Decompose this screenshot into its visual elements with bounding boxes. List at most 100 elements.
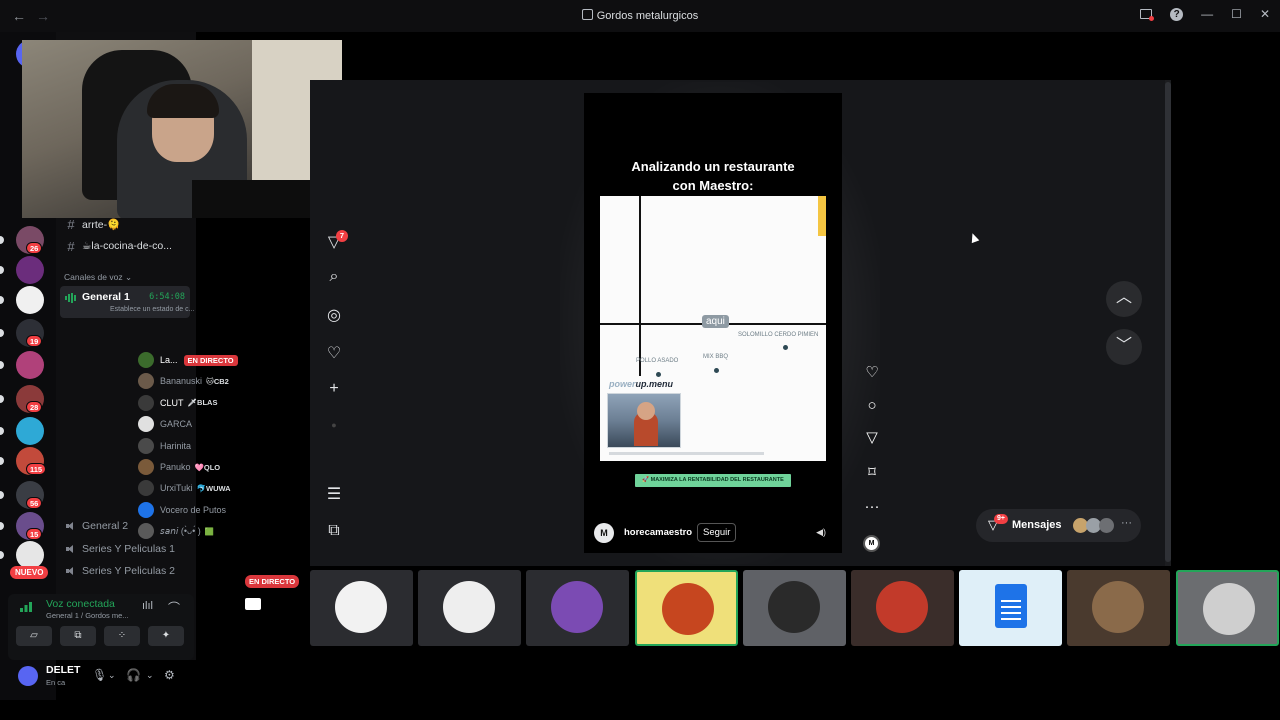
noise-suppression-icon[interactable]: ılıl — [142, 600, 153, 612]
messages-button[interactable]: ▽ 9+ Mensajes ··· — [976, 509, 1141, 542]
server-badge: 26 — [26, 242, 43, 254]
voice-user[interactable]: Harinita — [138, 436, 250, 456]
contact-avatar — [1099, 518, 1114, 533]
signal-icon[interactable] — [20, 602, 32, 612]
share-screen-button[interactable]: ⧉ — [60, 626, 96, 646]
tiktok-video[interactable]: Analizando un restaurante con Maestro: a… — [584, 93, 842, 553]
server-icon — [581, 9, 593, 20]
voice-user[interactable]: Bananuski 🐱CB2 — [138, 371, 250, 391]
server-icon[interactable] — [16, 541, 44, 569]
soundboard-button[interactable]: ✦ — [148, 626, 184, 646]
scrollbar-thumb[interactable] — [1165, 82, 1171, 562]
search-icon[interactable]: ⌕ — [322, 268, 346, 292]
disconnect-icon[interactable]: ⌒ — [168, 599, 180, 616]
follow-button[interactable]: Seguir — [697, 523, 737, 542]
stream-tile[interactable]: EN DIRECTO — [202, 570, 305, 646]
server-icon[interactable] — [16, 351, 44, 379]
channel-name: arrte-🫠 — [82, 218, 121, 231]
live-badge: EN DIRECTO — [183, 354, 238, 366]
menu-icon[interactable]: ☰ — [322, 484, 346, 508]
volume-icon[interactable]: ◀) — [816, 527, 826, 538]
voice-user-tag: 🗡BLAS — [187, 398, 218, 408]
speaker-icon — [64, 564, 78, 579]
voice-connected-location[interactable]: General 1 / Gordos me... — [46, 611, 129, 620]
music-avatar[interactable]: M — [863, 535, 880, 552]
voice-channel-active[interactable]: General 1 6:54:08 Establece un estado de… — [60, 286, 194, 318]
next-video-button[interactable]: ﹀ — [1106, 329, 1142, 365]
user-avatar[interactable] — [18, 666, 38, 686]
server-badge: 15 — [26, 528, 43, 540]
chevron-down-icon[interactable]: ⌄ — [146, 670, 154, 681]
yellow-marker — [818, 196, 826, 236]
close-icon[interactable]: ✕ — [1260, 7, 1270, 21]
plus-icon[interactable]: + — [322, 380, 346, 404]
server-icon[interactable] — [16, 256, 44, 284]
voice-category-header[interactable]: Canales de voz ⌄ — [64, 272, 132, 283]
account-username[interactable]: horecamaestro — [624, 527, 692, 538]
voice-user[interactable]: CLUT 🗡BLAS — [138, 393, 250, 413]
participant-tile[interactable] — [1175, 570, 1279, 646]
server-icon[interactable] — [16, 417, 44, 445]
account-row: M horecamaestro Seguir ◀) — [594, 523, 834, 545]
participant-tile[interactable] — [418, 570, 522, 646]
chevron-down-icon[interactable]: ⌄ — [108, 670, 116, 681]
participant-tile[interactable] — [634, 570, 738, 646]
voice-user[interactable]: UrxiTuki 🐬WUWA — [138, 478, 250, 498]
comment-icon[interactable]: ○ — [862, 396, 882, 416]
voice-channel[interactable]: Series Y Peliculas 1 — [64, 539, 192, 559]
account-logo[interactable]: M — [594, 523, 614, 543]
presenter-video — [607, 393, 681, 448]
voice-channel-timer: 6:54:08 — [149, 292, 185, 302]
server-icon[interactable] — [16, 286, 44, 314]
participant-tile[interactable] — [742, 570, 846, 646]
voice-user-name: UrxiTuki — [160, 483, 193, 494]
apps-icon[interactable]: ⧉ — [322, 522, 346, 546]
heart-icon[interactable]: ♡ — [322, 343, 346, 367]
like-heart-icon[interactable]: ♡ — [862, 363, 882, 383]
participant-tile[interactable] — [310, 570, 413, 646]
video-title: Analizando un restaurante con Maestro: — [584, 157, 842, 195]
participant-tile[interactable] — [851, 570, 954, 646]
hash-icon: # — [67, 216, 75, 232]
voice-user-avatar — [138, 480, 154, 497]
voice-user-tag: 🟩 — [204, 526, 215, 536]
hash-icon: # — [67, 238, 75, 254]
camera-off-button[interactable]: ▱ — [16, 626, 52, 646]
settings-gear-icon[interactable]: ⚙ — [164, 668, 175, 682]
voice-channel[interactable]: Series Y Peliculas 2 — [64, 561, 192, 581]
streamer-headset — [147, 84, 219, 118]
profile-dot-icon[interactable]: ● — [322, 420, 346, 444]
user-name[interactable]: DELET — [46, 664, 80, 676]
voice-user[interactable]: La... EN DIRECTO — [138, 350, 250, 370]
minimize-icon[interactable]: — — [1201, 7, 1213, 21]
headphones-icon[interactable]: 🎧 — [126, 668, 141, 682]
activities-button[interactable]: ⁘ — [104, 626, 140, 646]
voice-channel-status[interactable]: Establece un estado de c... — [110, 306, 194, 313]
data-point — [714, 368, 719, 373]
channel-name: Series Y Peliculas 1 — [82, 543, 175, 555]
help-icon[interactable]: ? — [1170, 7, 1184, 21]
compass-icon[interactable]: ◎ — [322, 305, 346, 329]
microphone-icon[interactable]: 🎙 — [92, 668, 107, 682]
voice-channel[interactable]: General 2 — [64, 516, 192, 536]
participant-tile[interactable] — [1067, 570, 1171, 646]
stage-scrollbar[interactable] — [1165, 80, 1171, 566]
label-mix: MIX BBQ — [703, 354, 729, 360]
text-channel[interactable]: # ☕la-cocina-de-co... — [64, 236, 192, 256]
share-icon[interactable]: ▽ — [862, 428, 882, 448]
powerup-menu-logo: powerup.menu — [609, 379, 673, 389]
data-point — [783, 345, 788, 350]
more-options-icon[interactable]: ··· — [862, 497, 882, 517]
participant-tile[interactable] — [959, 570, 1063, 646]
maximize-icon[interactable]: ☐ — [1231, 7, 1242, 21]
label-solomillo: SOLOMILLO CERDO PIMIEN — [738, 332, 819, 338]
bookmark-icon[interactable]: ⌑ — [862, 463, 882, 483]
voice-channel-name: General 1 — [82, 291, 130, 303]
participant-avatar — [335, 581, 387, 633]
voice-user-name: La... — [160, 355, 178, 365]
participant-tile[interactable] — [526, 570, 630, 646]
inbox-icon[interactable] — [1140, 9, 1155, 21]
voice-user[interactable]: GARCA — [138, 414, 250, 434]
previous-video-button[interactable]: ︿ — [1106, 281, 1142, 317]
voice-user[interactable]: Panuko 🩷QLO — [138, 457, 250, 477]
